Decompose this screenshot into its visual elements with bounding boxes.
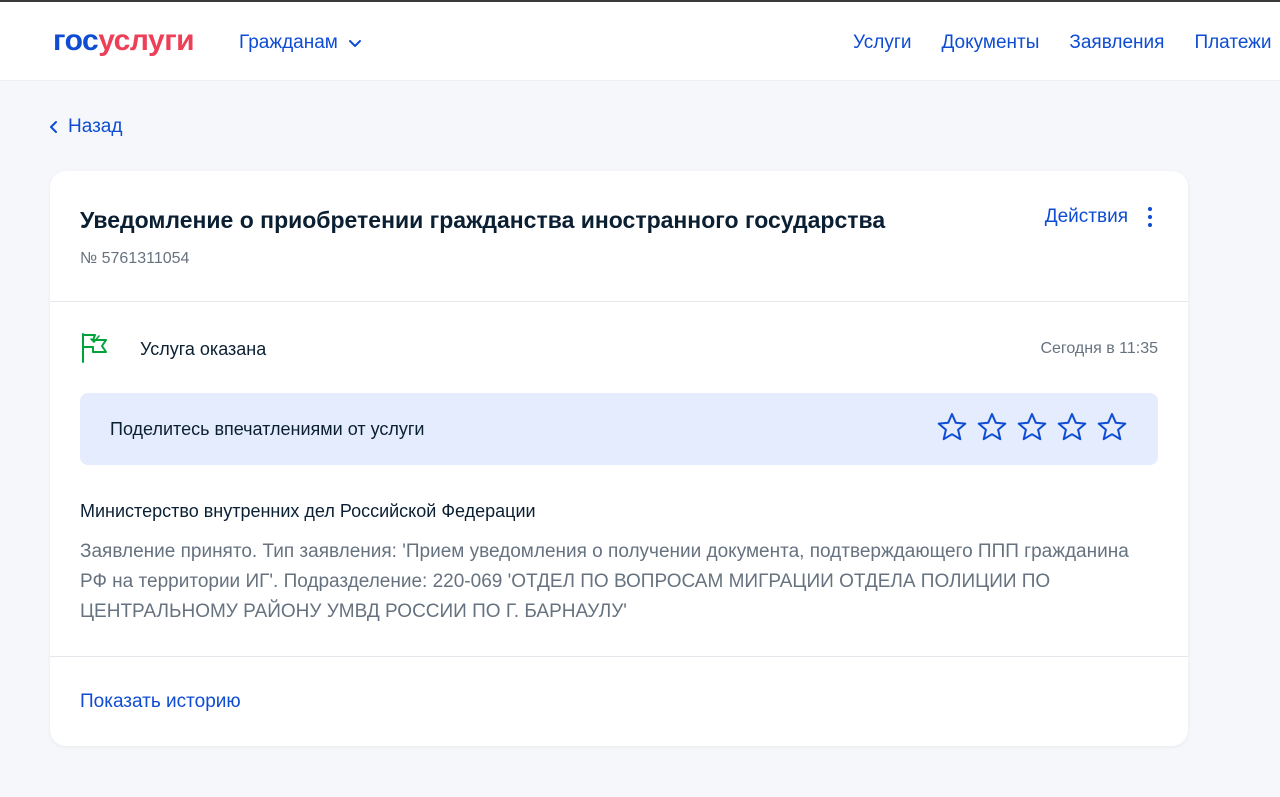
main-nav: Услуги Документы Заявления Платежи — [853, 31, 1272, 55]
back-link[interactable]: Назад — [49, 115, 122, 139]
gosuslugi-logo[interactable]: госуслуги — [53, 24, 195, 58]
site-header: госуслуги Гражданам Услуги Документы Зая… — [0, 2, 1280, 81]
status-row: Услуга оказана Сегодня в 11:35 — [80, 331, 1158, 367]
rating-banner: Поделитесь впечатлениями от услуги — [80, 393, 1158, 465]
rating-prompt: Поделитесь впечатлениями от услуги — [110, 419, 425, 439]
chevron-left-icon — [50, 121, 57, 133]
show-history-link[interactable]: Показать историю — [80, 690, 241, 714]
logo-part-uslugi: услуги — [98, 24, 195, 57]
application-card: Уведомление о приобретении гражданства и… — [50, 171, 1188, 746]
star-icon-3[interactable] — [1016, 411, 1048, 443]
application-number: № 5761311054 — [80, 250, 190, 267]
status-description: Заявление принято. Тип заявления: 'Прием… — [80, 541, 1129, 622]
back-label: Назад — [68, 116, 123, 137]
header-divider — [50, 301, 1188, 302]
nav-documents[interactable]: Документы — [941, 31, 1039, 55]
logo-part-gos: гос — [53, 24, 99, 57]
status-text: Услуга оказана — [140, 339, 267, 359]
nav-services[interactable]: Услуги — [853, 31, 911, 55]
rating-stars — [936, 411, 1128, 443]
flag-icon — [82, 333, 107, 363]
application-title: Уведомление о приобретении гражданства и… — [80, 207, 886, 233]
star-icon-1[interactable] — [936, 411, 968, 443]
star-icon-5[interactable] — [1096, 411, 1128, 443]
footer-divider — [50, 656, 1188, 657]
nav-payments[interactable]: Платежи — [1194, 31, 1271, 55]
ministry-name: Министерство внутренних дел Российской Ф… — [80, 501, 536, 521]
actions-label: Действия — [1044, 206, 1128, 227]
nav-applications[interactable]: Заявления — [1069, 31, 1164, 55]
audience-dropdown[interactable]: Гражданам — [239, 31, 362, 55]
star-icon-2[interactable] — [976, 411, 1008, 443]
audience-label: Гражданам — [239, 32, 338, 53]
star-icon-4[interactable] — [1056, 411, 1088, 443]
chevron-down-icon — [348, 40, 361, 47]
more-vertical-icon — [1148, 207, 1152, 227]
actions-menu-button[interactable]: Действия — [1045, 205, 1152, 229]
status-time: Сегодня в 11:35 — [1040, 340, 1158, 357]
